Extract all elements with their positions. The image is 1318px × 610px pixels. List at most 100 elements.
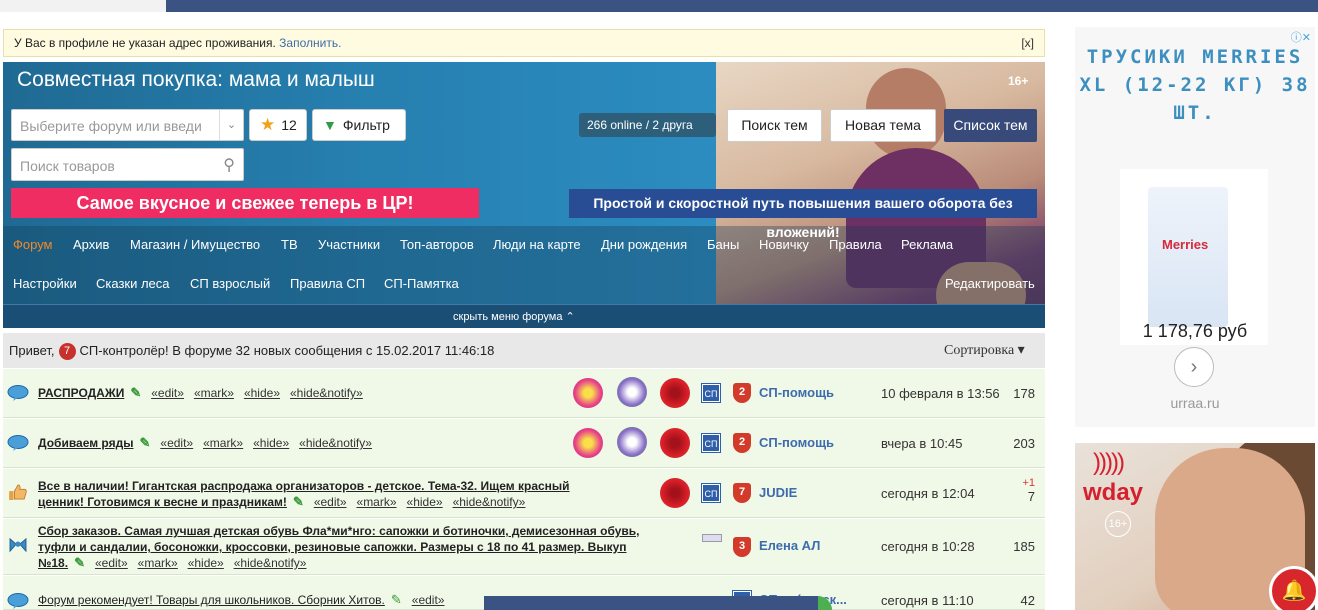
edit-link[interactable]: «edit» xyxy=(160,436,193,450)
hide-notify-link[interactable]: «hide&notify» xyxy=(299,436,372,450)
greeting-bar: Привет, 7 СП-контролёр! В форуме 32 новых … xyxy=(3,333,1045,368)
ad-banner-merries[interactable]: ⓘ✕ ТРУСИКИ MERRIES XL (12-22 КГ) 38 ШТ. … xyxy=(1075,27,1315,427)
goods-search-input[interactable]: Поиск товаров ⚲ xyxy=(11,148,244,181)
search-topics-button[interactable]: Поиск тем xyxy=(727,109,822,142)
new-topic-button[interactable]: Новая тема xyxy=(830,109,936,142)
mark-link[interactable]: «mark» xyxy=(357,495,397,509)
menu-sp-memo[interactable]: СП-Памятка xyxy=(384,276,459,291)
menu-settings[interactable]: Настройки xyxy=(13,276,77,291)
last-post-user[interactable]: СП-помощь xyxy=(759,435,834,450)
top-navbar xyxy=(0,0,1318,12)
user-badge: 2 xyxy=(733,383,751,403)
pin-icon: ✎ xyxy=(292,494,304,509)
mark-link[interactable]: «mark» xyxy=(203,436,243,450)
forum-select-placeholder: Выберите форум или введи xyxy=(20,118,202,134)
chevron-down-icon[interactable]: ⌄ xyxy=(219,110,243,140)
filter-button[interactable]: ▼ Фильтр xyxy=(312,109,406,141)
menu-top-authors[interactable]: Топ-авторов xyxy=(400,237,474,252)
sp-icon: СП xyxy=(701,383,721,403)
menu-bans[interactable]: Баны xyxy=(707,237,739,252)
goods-search-placeholder: Поиск товаров xyxy=(20,158,115,174)
online-counter[interactable]: 266 online / 2 друга xyxy=(579,113,716,137)
edit-link[interactable]: «edit» xyxy=(95,556,128,570)
menu-forest-tales[interactable]: Сказки леса xyxy=(96,276,170,291)
last-post-user[interactable]: JUDIE xyxy=(759,485,797,500)
menu-sp-adult[interactable]: СП взрослый xyxy=(190,276,270,291)
hide-link[interactable]: «hide» xyxy=(244,386,280,400)
last-post-date: сегодня в 10:28 xyxy=(881,539,975,554)
edit-link[interactable]: «edit» xyxy=(314,495,347,509)
table-row: РАСПРОДАЖИ ✎ «edit» «mark» «hide» «hide&notif… xyxy=(3,369,1045,418)
flower-icon xyxy=(617,427,647,457)
top-active-tab[interactable] xyxy=(0,0,166,12)
topic-title[interactable]: Все в наличии! Гигантская распродажа орг… xyxy=(38,478,570,510)
age-rating: 16+ xyxy=(1008,74,1029,88)
flower-icon xyxy=(573,428,603,458)
promo-banner-left[interactable]: Самое вкусное и свежее теперь в ЦР! xyxy=(11,188,479,218)
menu-forum[interactable]: Форум xyxy=(13,237,53,252)
profile-notice: У Вас в профиле не указан адрес проживан… xyxy=(3,29,1045,57)
topic-title[interactable]: Форум рекомендует! Товары для школьников… xyxy=(38,592,444,608)
forum-header: Совместная покупка: мама и малыш 16+ Выб… xyxy=(3,62,1045,328)
sort-dropdown[interactable]: Сортировка ▾ xyxy=(944,333,1025,368)
topic-list-button[interactable]: Список тем xyxy=(944,109,1037,142)
last-post-user[interactable]: СП-помощь xyxy=(759,385,834,400)
rose-icon xyxy=(660,428,690,458)
new-replies-count: +1 xyxy=(1022,477,1035,489)
menu-birthdays[interactable]: Дни рождения xyxy=(601,237,687,252)
rose-icon xyxy=(660,478,690,508)
overlay-popup-bar[interactable] xyxy=(484,596,818,610)
topic-title[interactable]: РАСПРОДАЖИ ✎ «edit» «mark» «hide» «hide&notif… xyxy=(38,385,363,401)
topic-title[interactable]: Добиваем ряды ✎ «edit» «mark» «hide» «hide&no… xyxy=(38,435,372,451)
reply-count: 42 xyxy=(1020,593,1035,608)
ad-price[interactable]: 1 178,76 руб xyxy=(1075,321,1315,342)
chevron-right-icon[interactable]: › xyxy=(1174,347,1214,387)
hide-notify-link[interactable]: «hide&notify» xyxy=(290,386,363,400)
hide-link[interactable]: «hide» xyxy=(253,436,289,450)
menu-sp-rules[interactable]: Правила СП xyxy=(290,276,365,291)
wday-logo-icon: ))))) xyxy=(1093,449,1125,476)
last-post-date: сегодня в 11:10 xyxy=(881,593,974,608)
menu-newbie[interactable]: Новичку xyxy=(759,237,809,252)
menu-archive[interactable]: Архив xyxy=(73,237,109,252)
hide-link[interactable]: «hide» xyxy=(407,495,443,509)
menu-shop[interactable]: Магазин / Имущество xyxy=(130,237,260,252)
menu-tv[interactable]: ТВ xyxy=(281,237,298,252)
ad-title[interactable]: ТРУСИКИ MERRIES XL (12-22 КГ) 38 ШТ. xyxy=(1075,43,1315,127)
notification-bell-icon[interactable]: 🔔 xyxy=(1269,566,1318,610)
user-badge: 3 xyxy=(733,537,751,557)
mark-link[interactable]: «mark» xyxy=(194,386,234,400)
ad-domain[interactable]: urraa.ru xyxy=(1075,395,1315,411)
topic-title[interactable]: Сбор заказов. Самая лучшая детская обувь… xyxy=(38,523,640,571)
table-row: Добиваем ряды ✎ «edit» «mark» «hide» «hide&no… xyxy=(3,419,1045,468)
hide-menu-bar[interactable]: скрыть меню форума ⌃ xyxy=(3,304,1045,328)
pin-icon: ✎ xyxy=(390,592,402,607)
table-row: Все в наличии! Гигантская распродажа орг… xyxy=(3,469,1045,518)
edit-link[interactable]: «edit» xyxy=(151,386,184,400)
funnel-icon: ▼ xyxy=(323,117,337,133)
favorites-button[interactable]: ★ 12 xyxy=(249,109,307,141)
forum-title: Совместная покупка: мама и малыш xyxy=(17,68,375,91)
menu-map[interactable]: Люди на карте xyxy=(493,237,581,252)
pin-icon: ✎ xyxy=(130,385,142,400)
search-icon[interactable]: ⚲ xyxy=(223,155,235,175)
menu-rules[interactable]: Правила xyxy=(829,237,882,252)
user-badge: 7 xyxy=(733,483,751,503)
ad-brand: wday xyxy=(1083,479,1144,506)
menu-members[interactable]: Участники xyxy=(318,237,380,252)
fill-address-link[interactable]: Заполнить. xyxy=(279,36,341,50)
last-post-date: сегодня в 12:04 xyxy=(881,486,975,501)
hide-notify-link[interactable]: «hide&notify» xyxy=(234,556,307,570)
hide-link[interactable]: «hide» xyxy=(188,556,224,570)
reply-count: 203 xyxy=(1013,436,1035,451)
notice-close-button[interactable]: [x] xyxy=(1021,30,1034,56)
menu-edit[interactable]: Редактировать xyxy=(945,276,1035,291)
promo-banner-right[interactable]: Простой и скоростной путь повышения ваше… xyxy=(569,189,1037,240)
product-image[interactable]: Merries xyxy=(1120,169,1268,345)
mark-link[interactable]: «mark» xyxy=(138,556,178,570)
hide-notify-link[interactable]: «hide&notify» xyxy=(453,495,526,509)
last-post-user[interactable]: Елена АЛ xyxy=(759,538,820,553)
edit-link[interactable]: «edit» xyxy=(412,593,445,607)
forum-select[interactable]: Выберите форум или введи ⌄ xyxy=(11,109,244,141)
menu-ads[interactable]: Реклама xyxy=(901,237,953,252)
